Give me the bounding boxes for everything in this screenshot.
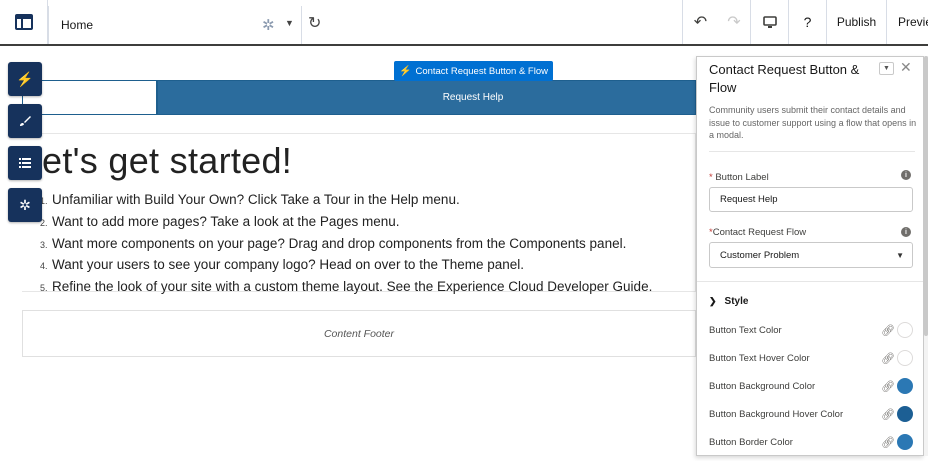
style-section-label: Style [724,296,749,307]
builder-toolbar: Home ✲ ▼ ↻ ↶ ↷ ? Publish Previe [0,0,928,46]
color-swatch[interactable] [897,434,913,450]
request-help-button[interactable]: Request Help [158,80,788,115]
list-item: 4. Want your users to see your company lo… [40,257,525,273]
app-menu-button[interactable] [0,0,48,44]
help-button[interactable]: ? [788,0,826,44]
layout-icon [14,14,33,30]
publish-label: Publish [836,15,877,29]
redo-icon: ↷ [727,14,741,31]
list-item: 2. Want to add more pages? Take a look at… [40,213,400,229]
list-item: 1. Unfamiliar with Build Your Own? Click … [40,192,460,207]
color-swatch[interactable] [897,322,913,338]
color-row: Button Background Hover Color 🔗︎ [709,406,915,424]
divider [709,151,915,152]
button-label-label: * Button Label [709,172,769,183]
page-structure-button[interactable] [8,146,42,180]
tips-list: 1. Unfamiliar with Build Your Own? Click … [40,190,652,299]
page-selector[interactable]: Home ✲ ▼ [48,6,302,44]
content-footer[interactable]: Content Footer [22,310,696,357]
brush-icon [20,116,31,126]
preview-button[interactable]: Previe [886,0,928,44]
refresh-icon[interactable]: ↻ [308,13,321,33]
color-label: Button Text Hover Color [709,353,810,364]
device-preview-button[interactable] [750,0,788,44]
component-tag[interactable]: ⚡ Contact Request Button & Flow [394,61,553,81]
color-label: Button Border Color [709,437,793,448]
property-editor-panel: Contact Request Button & Flow ▼ ✕ Commun… [696,56,924,456]
link-icon[interactable]: 🔗︎ [881,436,895,449]
theme-panel-button[interactable] [8,104,42,138]
help-icon: ? [803,14,812,30]
desktop-icon [762,15,777,28]
gear-icon[interactable]: ✲ [262,16,275,34]
color-swatch[interactable] [897,378,913,394]
link-icon[interactable]: 🔗︎ [881,352,895,365]
undo-button[interactable]: ↶ [682,0,718,44]
component-tag-label: Contact Request Button & Flow [415,65,548,77]
components-panel-button[interactable]: ⚡ [8,62,42,96]
chevron-down-icon: ▼ [883,65,890,72]
lightning-icon: ⚡ [16,70,34,87]
settings-panel-button[interactable]: ✲ [8,188,42,222]
color-label: Button Text Color [709,325,782,336]
list-item: 3. Want more components on your page? Dra… [40,235,627,251]
info-icon[interactable]: i [901,227,911,237]
close-icon[interactable]: ✕ [900,59,912,76]
link-icon[interactable]: 🔗︎ [881,408,895,421]
panel-scrollbar-thumb[interactable] [924,56,928,336]
style-section-toggle[interactable]: ❯ Style [709,296,748,307]
lightning-icon: ⚡ [399,65,412,77]
color-row: Button Text Color 🔗︎ [709,322,915,340]
panel-title: Contact Request Button & Flow [709,62,860,95]
flow-select[interactable]: Customer Problem ▼ [709,242,913,268]
preview-label: Previe [898,15,928,29]
link-icon[interactable]: 🔗︎ [881,324,895,337]
flow-label: *Contact Request Flow [709,227,807,238]
button-label-input[interactable]: Request Help [709,187,913,212]
color-swatch[interactable] [897,406,913,422]
info-icon[interactable]: i [901,170,911,180]
chevron-down-icon: ❯ [709,296,717,306]
panel-menu-button[interactable]: ▼ [879,62,894,75]
list-item: 5. Refine the look of your site with a cu… [40,279,653,295]
chevron-down-icon[interactable]: ▼ [285,18,294,28]
color-row: Button Border Color 🔗︎ [709,434,915,452]
color-swatch[interactable] [897,350,913,366]
color-row: Button Background Color 🔗︎ [709,378,915,396]
chevron-down-icon: ▼ [896,251,904,260]
flow-select-value: Customer Problem [720,249,800,261]
page-selector-label: Home [61,18,94,32]
divider [697,281,923,282]
color-row: Button Text Hover Color 🔗︎ [709,350,915,368]
panel-description: Community users submit their contact det… [709,105,917,140]
publish-button[interactable]: Publish [826,0,886,44]
hero-title: et's get started! [42,140,293,181]
undo-icon: ↶ [693,14,708,31]
link-icon[interactable]: 🔗︎ [881,380,895,393]
redo-button[interactable]: ↷ [718,0,750,44]
color-label: Button Background Hover Color [709,409,844,420]
list-icon [19,158,31,168]
component-left-region [22,80,158,115]
settings-icon: ✲ [19,196,31,213]
color-label: Button Background Color [709,381,816,392]
